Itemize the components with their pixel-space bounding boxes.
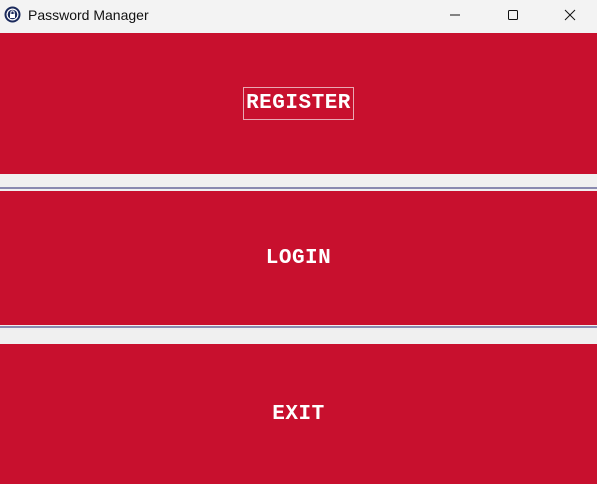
register-label: REGISTER xyxy=(243,87,354,120)
separator-line xyxy=(0,326,597,328)
maximize-button[interactable] xyxy=(484,0,542,30)
window-title: Password Manager xyxy=(28,7,149,23)
minimize-icon xyxy=(449,9,461,21)
close-icon xyxy=(564,9,576,21)
password-manager-window: Password Manager REGISTER LOGIN EXIT xyxy=(0,0,597,484)
minimize-button[interactable] xyxy=(426,0,484,30)
app-lock-icon xyxy=(4,6,21,23)
close-button[interactable] xyxy=(541,0,597,30)
title-bar: Password Manager xyxy=(0,0,597,33)
exit-label: EXIT xyxy=(272,402,325,426)
login-label: LOGIN xyxy=(265,246,332,270)
separator xyxy=(0,174,597,191)
login-button[interactable]: LOGIN xyxy=(0,191,597,325)
separator-line xyxy=(0,187,597,189)
maximize-icon xyxy=(507,9,519,21)
exit-button[interactable]: EXIT xyxy=(0,344,597,484)
register-button[interactable]: REGISTER xyxy=(0,33,597,174)
separator xyxy=(0,325,597,344)
